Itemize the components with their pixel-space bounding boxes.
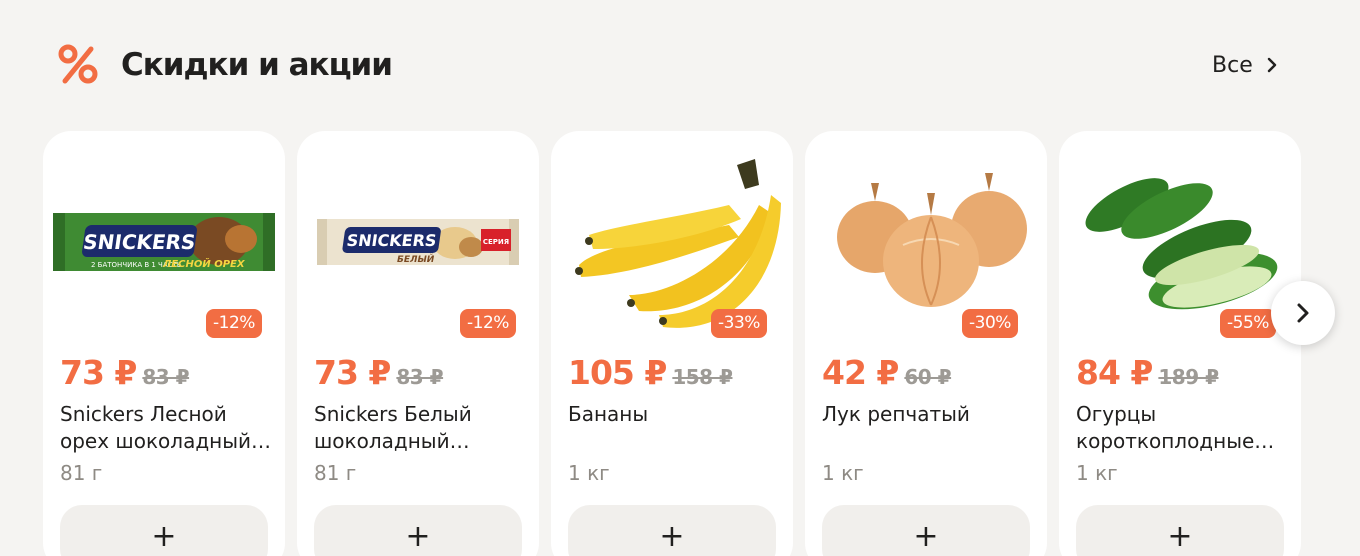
- old-price: 158 ₽: [672, 365, 733, 389]
- price-block: 73 ₽ 83 ₽: [60, 353, 190, 392]
- flavor-text: БЕЛЫЙ: [397, 253, 435, 265]
- add-to-cart-button[interactable]: +: [1076, 505, 1284, 556]
- price: 42 ₽: [822, 353, 899, 392]
- product-weight: 1 кг: [1076, 461, 1118, 485]
- snickers-logo-text: SNICKERS: [345, 231, 437, 250]
- old-price: 189 ₽: [1158, 365, 1219, 389]
- product-name[interactable]: Snickers Лесной орех шоколадный…: [60, 401, 272, 455]
- flavor-text: ЛЕСНОЙ ОРЕХ: [162, 257, 246, 270]
- price: 73 ₽: [60, 353, 137, 392]
- price-block: 105 ₽ 158 ₽: [568, 353, 733, 392]
- old-price: 60 ₽: [904, 365, 952, 389]
- discount-badge: -12%: [460, 309, 516, 338]
- product-name[interactable]: Лук репчатый: [822, 401, 1034, 428]
- discount-badge: -12%: [206, 309, 262, 338]
- discount-badge: -33%: [711, 309, 767, 338]
- product-image-onions: [837, 173, 1027, 307]
- product-card[interactable]: -55% 84 ₽ 189 ₽ Огурцы короткоплодные… 1…: [1059, 131, 1301, 556]
- product-image-snickers-white: СЕРИЯ SNICKERS БЕЛЫЙ: [317, 219, 519, 265]
- product-card[interactable]: -30% 42 ₽ 60 ₽ Лук репчатый 1 кг +: [805, 131, 1047, 556]
- product-weight: 81 г: [60, 461, 103, 485]
- product-name[interactable]: Бананы: [568, 401, 780, 428]
- product-weight: 1 кг: [568, 461, 610, 485]
- price: 73 ₽: [314, 353, 391, 392]
- product-weight: 81 г: [314, 461, 357, 485]
- see-all-label: Все: [1212, 52, 1253, 78]
- section-header: Скидки и акции: [57, 40, 393, 90]
- product-name[interactable]: Snickers Белый шоколадный…: [314, 401, 526, 455]
- price-block: 73 ₽ 83 ₽: [314, 353, 444, 392]
- discount-badge: -30%: [962, 309, 1018, 338]
- add-to-cart-button[interactable]: +: [314, 505, 522, 556]
- discount-badge: -55%: [1220, 309, 1276, 338]
- price: 84 ₽: [1076, 353, 1153, 392]
- carousel-next-button[interactable]: [1271, 281, 1335, 345]
- series-tag: СЕРИЯ: [483, 238, 509, 246]
- chevron-right-icon: [1267, 57, 1276, 73]
- old-price: 83 ₽: [142, 365, 190, 389]
- chevron-right-icon: [1297, 303, 1309, 323]
- add-to-cart-button[interactable]: +: [60, 505, 268, 556]
- product-image-snickers-hazelnut: SNICKERS 2 БАТОНЧИКА В 1 ЧАСТЬ ЛЕСНОЙ ОР…: [53, 213, 275, 271]
- product-image-bananas: [575, 159, 781, 328]
- product-carousel: SNICKERS 2 БАТОНЧИКА В 1 ЧАСТЬ ЛЕСНОЙ ОР…: [43, 131, 1313, 556]
- product-name[interactable]: Огурцы короткоплодные…: [1076, 401, 1288, 455]
- product-card[interactable]: SNICKERS 2 БАТОНЧИКА В 1 ЧАСТЬ ЛЕСНОЙ ОР…: [43, 131, 285, 556]
- product-card[interactable]: -33% 105 ₽ 158 ₽ Бананы 1 кг +: [551, 131, 793, 556]
- see-all-link[interactable]: Все: [1212, 48, 1279, 82]
- add-to-cart-button[interactable]: +: [822, 505, 1030, 556]
- product-image-cucumbers: [1085, 178, 1278, 310]
- add-to-cart-button[interactable]: +: [568, 505, 776, 556]
- product-card[interactable]: СЕРИЯ SNICKERS БЕЛЫЙ -12% 73 ₽ 83 ₽ Snic…: [297, 131, 539, 556]
- price: 105 ₽: [568, 353, 667, 392]
- price-block: 84 ₽ 189 ₽: [1076, 353, 1219, 392]
- price-block: 42 ₽ 60 ₽: [822, 353, 952, 392]
- section-title: Скидки и акции: [121, 47, 393, 83]
- product-weight: 1 кг: [822, 461, 864, 485]
- old-price: 83 ₽: [396, 365, 444, 389]
- snickers-logo-text: SNICKERS: [82, 230, 197, 254]
- percent-icon: [57, 43, 101, 87]
